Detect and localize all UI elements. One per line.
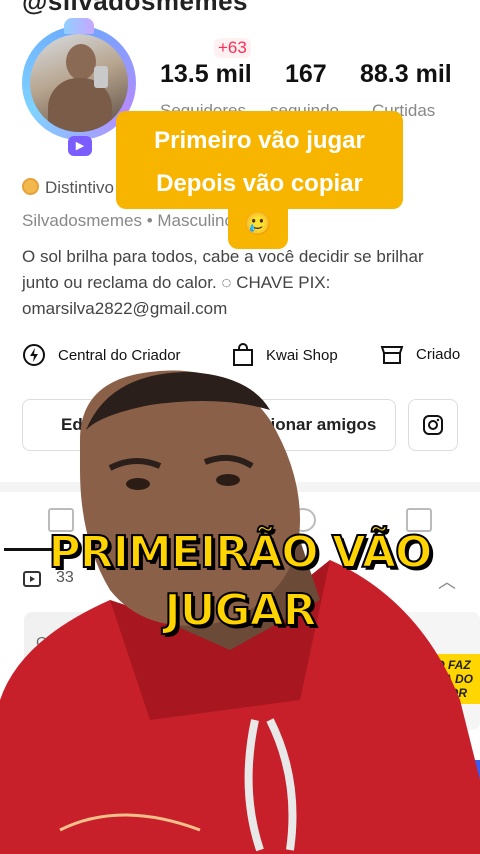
profile-bio: O sol brilha para todos, cabe a você dec… [22,247,424,318]
video-caption: Primeiro vão jugar Depois vão copiar [116,111,403,209]
distintivo-badge[interactable]: Distintivo [22,178,114,198]
shortcut-label: Central do Criador [58,346,181,364]
distintivo-label: Distintivo [45,178,114,197]
subtitle-line-1: PRIMEIRÃO VÃO [48,526,434,579]
instagram-button[interactable] [408,399,458,451]
shortcut-creator-store[interactable]: Criado [380,343,460,365]
likes-count[interactable]: 88.3 mil [360,60,452,89]
shopping-bag-icon [233,343,253,366]
subtitle-line-2: JUGAR [163,584,317,637]
badge-icon [22,178,39,195]
shortcut-label: Kwai Shop [266,346,338,364]
section-divider [0,482,480,492]
shortcut-label: Criado [416,345,461,363]
edit-profile-button[interactable]: Edit [22,399,202,451]
card-title: COMO FAZ TAREFA DO CRIADOR [398,654,480,704]
lower-video-strip[interactable]: no topo Kwai em pra Internet [336,756,480,804]
instagram-icon [423,415,443,435]
strip-label: no topo [376,764,417,776]
followers-count[interactable]: 13.5 mil [160,60,252,89]
new-followers-badge: +63 [214,38,251,58]
caption-emoji: 🥲 [228,203,288,249]
add-friends-button[interactable]: Adicionar amigos [214,399,396,451]
profile-username: @silvadosmemes [22,0,249,16]
shortcut-kwai-shop[interactable]: Kwai Shop [232,343,338,367]
shortcut-creator-center[interactable]: Central do Criador [22,343,181,367]
avatar-photo [30,34,128,132]
store-icon [380,346,404,364]
lightning-icon [23,344,45,366]
strip-thumbnail-text: Kwai em pra Internet [428,760,480,800]
card-title: NÃO GANHA DINHEIRO QUEM NÃO QUER [286,676,378,716]
following-count[interactable]: 167 [285,60,327,89]
live-badge-icon: ▶ [68,136,92,156]
video-subtitle: PRIMEIRÃO VÃO JUGAR [20,524,460,640]
crown-icon [64,18,94,34]
caption-line-1: Primeiro vão jugar [154,127,365,154]
caption-line-2: Depois vão copiar [156,170,363,197]
